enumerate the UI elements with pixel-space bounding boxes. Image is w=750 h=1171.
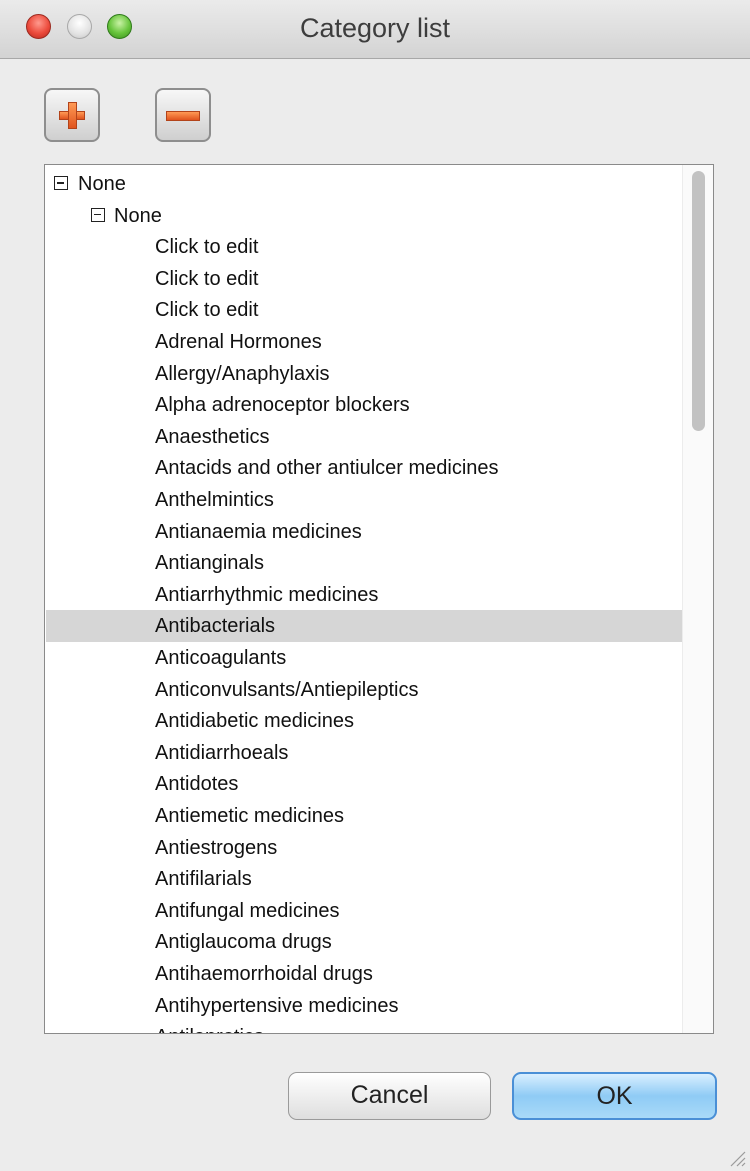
- tree-item[interactable]: Antibacterials: [46, 610, 682, 643]
- tree-item-label: Click to edit: [155, 267, 259, 290]
- tree-item[interactable]: Antifilarials: [46, 863, 682, 895]
- tree-item-label: Antiestrogens: [155, 836, 278, 859]
- tree-item-label: Click to edit: [155, 236, 259, 259]
- add-category-button[interactable]: [44, 88, 100, 142]
- scrollbar-thumb[interactable]: [692, 171, 705, 431]
- ok-button[interactable]: OK: [512, 1072, 717, 1120]
- category-tree[interactable]: None None Click to edit Click to edit Click …: [44, 164, 714, 1034]
- tree-item[interactable]: Click to edit: [46, 231, 682, 263]
- tree-item-label: Antihaemorrhoidal drugs: [155, 963, 373, 985]
- tree-item-label: Antidotes: [155, 773, 239, 796]
- tree-item-label: Antiglaucoma drugs: [155, 931, 332, 954]
- collapse-toggle-icon[interactable]: [91, 207, 105, 222]
- tree-item-label: Anticonvulsants/Antiepileptics: [155, 678, 419, 701]
- tree-item[interactable]: Anthelmintics: [46, 484, 682, 516]
- tree-item[interactable]: Antifungal medicines: [46, 895, 682, 927]
- tree-item-label: Antibacterials: [155, 615, 276, 638]
- tree-item[interactable]: Adrenal Hormones: [46, 326, 682, 358]
- tree-item-label: Antacids and other antiulcer medicines: [155, 457, 499, 480]
- tree-item[interactable]: Anaesthetics: [46, 421, 682, 453]
- tree-item[interactable]: Antacids and other antiulcer medicines: [46, 452, 682, 484]
- resize-grip-icon[interactable]: [728, 1149, 746, 1167]
- tree-item-label: Antifungal medicines: [155, 899, 340, 922]
- category-list-window: Category list None None Click to edit Click…: [0, 0, 750, 1171]
- tree-node-root[interactable]: None: [46, 168, 682, 200]
- tree-item[interactable]: Antianginals: [46, 547, 682, 579]
- tree-item[interactable]: Antidiarrhoeals: [46, 737, 682, 769]
- tree-item[interactable]: Antidiabetic medicines: [46, 705, 682, 737]
- tree-item-label: Antiemetic medicines: [155, 805, 344, 827]
- tree-item-label: Antihypertensive medicines: [155, 994, 399, 1017]
- collapse-toggle-icon[interactable]: [54, 176, 68, 190]
- tree-item-label: None: [114, 204, 162, 227]
- tree-item[interactable]: Antileprotics: [46, 1021, 682, 1033]
- tree-item-label: Antianaemia medicines: [155, 520, 362, 543]
- tree-item-label: Anthelmintics: [155, 489, 274, 511]
- tree-item[interactable]: Antidotes: [46, 768, 682, 800]
- tree-item-label: Alpha adrenoceptor blockers: [155, 394, 410, 417]
- tree-item-label: Antianginals: [155, 552, 264, 575]
- tree-item[interactable]: Antihaemorrhoidal drugs: [46, 958, 682, 990]
- tree-item[interactable]: Anticonvulsants/Antiepileptics: [46, 674, 682, 706]
- tree-item[interactable]: Antihypertensive medicines: [46, 990, 682, 1022]
- vertical-scrollbar[interactable]: [682, 165, 713, 1033]
- tree-item-label: None: [78, 173, 126, 195]
- tree-item[interactable]: Alpha adrenoceptor blockers: [46, 389, 682, 421]
- tree-item[interactable]: Click to edit: [46, 263, 682, 295]
- remove-category-button[interactable]: [155, 88, 211, 142]
- tree-item-label: Antidiabetic medicines: [155, 710, 354, 733]
- tree-item-label: Anticoagulants: [155, 647, 287, 669]
- tree-item-label: Allergy/Anaphylaxis: [155, 362, 330, 385]
- tree-item-label: Antileprotics: [155, 1021, 264, 1033]
- tree-item[interactable]: Click to edit: [46, 294, 682, 326]
- tree-item[interactable]: Anticoagulants: [46, 642, 682, 674]
- tree-item[interactable]: Antiemetic medicines: [46, 800, 682, 832]
- tree-item-label: Anaesthetics: [155, 425, 270, 448]
- tree-item-label: Adrenal Hormones: [155, 331, 322, 353]
- tree-item-label: Antiarrhythmic medicines: [155, 583, 379, 606]
- tree-item-label: Antifilarials: [155, 868, 252, 891]
- tree-item[interactable]: Antianaemia medicines: [46, 516, 682, 548]
- title-bar[interactable]: Category list: [0, 0, 750, 59]
- tree-item[interactable]: Antiarrhythmic medicines: [46, 579, 682, 611]
- cancel-button[interactable]: Cancel: [288, 1072, 491, 1120]
- tree-item-label: Antidiarrhoeals: [155, 741, 289, 764]
- tree-item[interactable]: Allergy/Anaphylaxis: [46, 358, 682, 390]
- window-title: Category list: [299, 13, 451, 43]
- tree-item[interactable]: Antiestrogens: [46, 832, 682, 864]
- tree-node-child[interactable]: None: [46, 200, 682, 232]
- tree-item-label: Click to edit: [155, 299, 259, 322]
- tree-item[interactable]: Antiglaucoma drugs: [46, 926, 682, 958]
